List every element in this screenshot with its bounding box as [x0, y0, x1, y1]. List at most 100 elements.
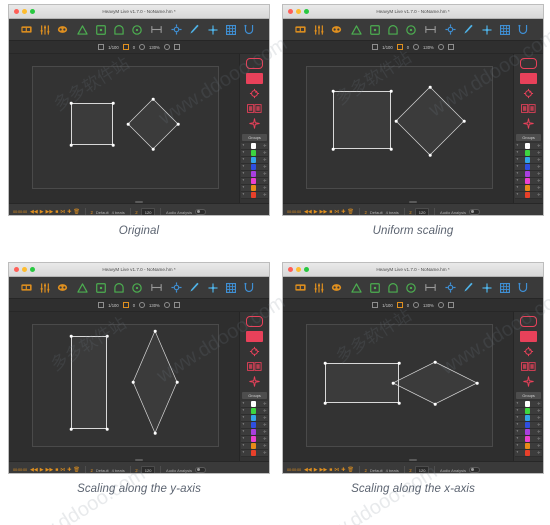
vertex-handle[interactable] — [105, 334, 109, 338]
vertex-handle[interactable] — [131, 380, 135, 384]
delete-button[interactable]: 🗑 — [73, 467, 79, 473]
group-row[interactable]: ▾ ✛ — [241, 171, 268, 178]
grid-snap-icon[interactable] — [372, 302, 379, 308]
projection-stage[interactable] — [32, 324, 219, 447]
point-tool-icon[interactable] — [481, 282, 492, 293]
rectangle-shape[interactable] — [71, 336, 107, 429]
circle-shape-icon[interactable] — [131, 282, 142, 293]
group-color-swatch[interactable] — [524, 150, 531, 156]
group-row[interactable]: ▾ ✛ — [241, 143, 268, 150]
effects-icon[interactable] — [520, 346, 537, 357]
rewind-button[interactable]: ◀◀ — [30, 467, 38, 473]
group-row[interactable]: ▾ ✛ — [241, 150, 268, 157]
group-color-swatch[interactable] — [524, 422, 531, 428]
square-shape-icon[interactable] — [95, 24, 106, 35]
media-library-icon[interactable] — [21, 282, 32, 293]
delete-button[interactable]: 🗑 — [347, 467, 353, 473]
line-shape-icon[interactable] — [151, 24, 162, 35]
add-group-icon[interactable]: ✛ — [263, 444, 266, 448]
projection-stage[interactable] — [306, 66, 493, 189]
sliders-icon[interactable] — [39, 24, 50, 35]
rewind-button[interactable]: ◀◀ — [304, 209, 312, 215]
forward-button[interactable]: ▶▶ — [46, 467, 54, 473]
pen-tool-icon[interactable] — [189, 24, 200, 35]
add-group-icon[interactable]: ✛ — [263, 409, 266, 413]
group-color-swatch[interactable] — [524, 436, 531, 442]
stop-button[interactable]: ■ — [329, 467, 332, 473]
group-color-swatch[interactable] — [524, 443, 531, 449]
grid-tool-icon[interactable] — [499, 282, 510, 293]
vertex-handle[interactable] — [428, 153, 432, 157]
shape-filled-icon[interactable] — [246, 73, 263, 84]
vertex-handle[interactable] — [433, 402, 437, 406]
bounding-box-icon[interactable] — [122, 302, 129, 308]
audio-analysis-label[interactable]: Audio Analysis — [166, 468, 192, 473]
chevron-down-icon[interactable]: ▾ — [243, 423, 245, 427]
shape-outline-icon[interactable] — [246, 316, 263, 327]
vertex-handle[interactable] — [69, 427, 73, 431]
add-group-icon[interactable]: ✛ — [263, 186, 266, 190]
chevron-down-icon[interactable]: ▾ — [243, 151, 245, 155]
shuffle-button[interactable]: ⋈ — [334, 209, 339, 215]
arch-shape-icon[interactable] — [387, 24, 398, 35]
vertex-handle[interactable] — [389, 89, 393, 93]
projection-stage[interactable] — [306, 324, 493, 447]
add-group-icon[interactable]: ✛ — [263, 402, 266, 406]
chevron-down-icon[interactable]: ▾ — [517, 430, 519, 434]
rewind-button[interactable]: ◀◀ — [30, 209, 38, 215]
audio-analysis-label[interactable]: Audio Analysis — [440, 210, 466, 215]
group-row[interactable]: ▾ ✛ — [515, 450, 542, 457]
vertex-handle[interactable] — [151, 97, 155, 101]
chevron-down-icon[interactable]: ▾ — [243, 416, 245, 420]
beats-label[interactable]: 4 beats — [386, 468, 399, 473]
triangle-shape-icon[interactable] — [77, 282, 88, 293]
add-group-icon[interactable]: ✛ — [537, 193, 540, 197]
line-shape-icon[interactable] — [151, 282, 162, 293]
mask-icon[interactable] — [331, 24, 342, 35]
delete-button[interactable]: 🗑 — [73, 209, 79, 215]
group-row[interactable]: ▾ ✛ — [241, 185, 268, 192]
group-row[interactable]: ▾ ✛ — [515, 443, 542, 450]
canvas-area[interactable] — [283, 54, 513, 203]
group-color-swatch[interactable] — [524, 143, 531, 149]
vertex-handle[interactable] — [69, 101, 73, 105]
group-color-swatch[interactable] — [524, 401, 531, 407]
scroll-handle[interactable] — [409, 201, 417, 203]
group-row[interactable]: ▾ ✛ — [241, 422, 268, 429]
scroll-handle[interactable] — [409, 459, 417, 461]
square-shape-icon[interactable] — [95, 282, 106, 293]
add-group-icon[interactable]: ✛ — [537, 444, 540, 448]
chevron-down-icon[interactable]: ▾ — [517, 158, 519, 162]
stop-button[interactable]: ■ — [55, 209, 58, 215]
center-icon[interactable] — [437, 302, 444, 308]
particles-icon[interactable] — [520, 118, 537, 129]
group-color-swatch[interactable] — [524, 429, 531, 435]
beats-label[interactable]: 4 beats — [112, 210, 125, 215]
group-color-swatch[interactable] — [524, 192, 531, 198]
group-row[interactable]: ▾ ✛ — [241, 164, 268, 171]
grid-tool-icon[interactable] — [499, 24, 510, 35]
beats-label[interactable]: 4 beats — [112, 468, 125, 473]
zoom-icon[interactable] — [413, 44, 420, 50]
magnet-tool-icon[interactable] — [517, 24, 528, 35]
audio-analysis-label[interactable]: Audio Analysis — [166, 210, 192, 215]
shuffle-button[interactable]: ⋈ — [60, 467, 65, 473]
group-color-swatch[interactable] — [524, 157, 531, 163]
vertex-handle[interactable] — [153, 431, 157, 435]
shape-filled-icon[interactable] — [246, 331, 263, 342]
add-group-icon[interactable]: ✛ — [537, 186, 540, 190]
texture-icon[interactable] — [246, 361, 263, 372]
zoom-icon[interactable] — [139, 302, 146, 308]
group-row[interactable]: ▾ ✛ — [515, 157, 542, 164]
center-icon[interactable] — [163, 44, 170, 50]
group-row[interactable]: ▾ ✛ — [515, 164, 542, 171]
group-color-swatch[interactable] — [250, 185, 257, 191]
group-color-swatch[interactable] — [250, 401, 257, 407]
grid-snap-icon[interactable] — [98, 302, 105, 308]
bpm-value[interactable]: 120 — [140, 465, 156, 473]
effects-icon[interactable] — [246, 88, 263, 99]
group-color-swatch[interactable] — [524, 415, 531, 421]
magnet-tool-icon[interactable] — [517, 282, 528, 293]
add-group-icon[interactable]: ✛ — [263, 158, 266, 162]
pen-tool-icon[interactable] — [189, 282, 200, 293]
